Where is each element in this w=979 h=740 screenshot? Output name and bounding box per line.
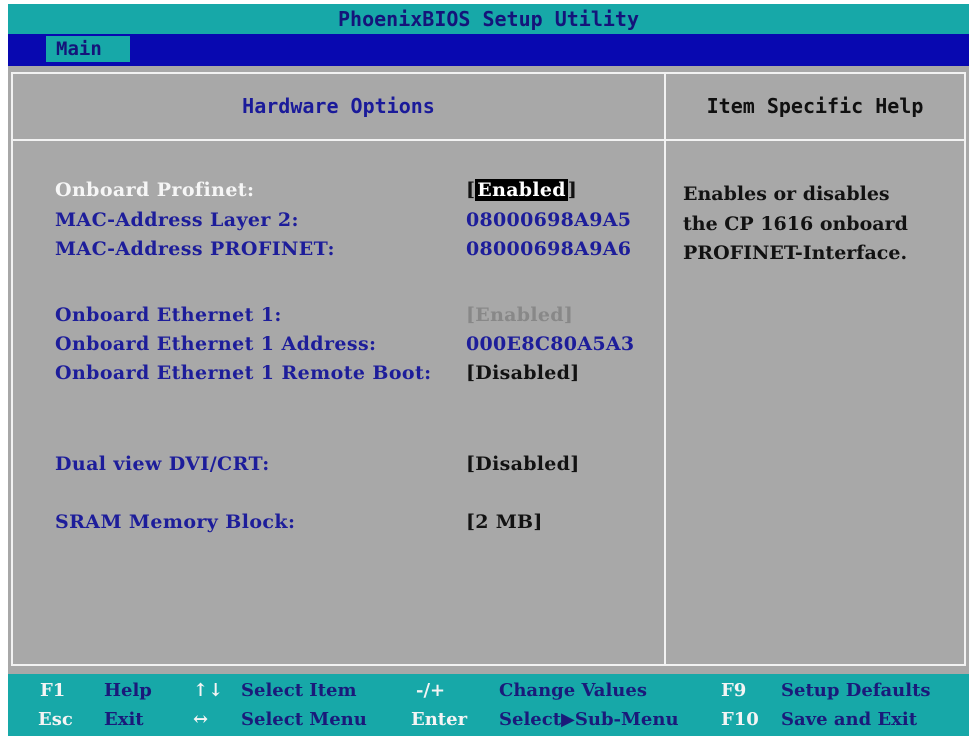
setting-label: Dual view DVI/CRT: [55,453,270,475]
setting-dual-view[interactable]: Dual view DVI/CRT: [Disabled] [8,451,664,477]
setting-value: 08000698A9A6 [466,238,632,260]
key-esc-desc: Exit [104,709,144,730]
key-minus-plus[interactable]: -/+ [416,678,445,704]
help-title: Item Specific Help [706,94,924,118]
setting-label: SRAM Memory Block: [55,511,296,533]
key-up-down-desc: Select Item [241,680,357,701]
bios-screen: PhoenixBIOS Setup Utility Main Hardware … [8,4,969,736]
setting-ethernet-1-address: Onboard Ethernet 1 Address: 000E8C80A5A3 [8,331,664,357]
setting-value[interactable]: [Enabled] [466,177,577,203]
setting-value: 000E8C80A5A3 [466,333,635,355]
setting-label: Onboard Ethernet 1: [55,304,282,326]
selected-value: Enabled [475,179,568,201]
key-enter-desc: Select▶Sub-Menu [499,709,679,730]
setting-value[interactable]: [Disabled] [466,360,580,386]
setting-sram-memory[interactable]: SRAM Memory Block: [2 MB] [8,509,664,535]
setting-onboard-ethernet-1[interactable]: Onboard Ethernet 1: [Enabled] [8,302,664,328]
key-legend-bar: F1 Help ↑↓ Select Item -/+ Change Values… [8,674,969,736]
setting-label: Onboard Profinet: [55,179,255,201]
setting-mac-layer2: MAC-Address Layer 2: 08000698A9A5 [8,207,664,233]
app-title: PhoenixBIOS Setup Utility [337,7,640,31]
key-left-right-desc: Select Menu [241,709,367,730]
key-f10[interactable]: F10 [721,707,759,733]
setting-label: MAC-Address PROFINET: [55,238,335,260]
panel-title: Hardware Options [242,94,435,118]
setting-value: 08000698A9A5 [466,209,632,231]
setting-onboard-profinet[interactable]: Onboard Profinet: [Enabled] [8,177,664,203]
key-esc[interactable]: Esc [38,707,73,733]
setting-mac-profinet: MAC-Address PROFINET: 08000698A9A6 [8,236,664,262]
key-enter[interactable]: Enter [411,707,467,733]
setting-label: Onboard Ethernet 1 Remote Boot: [55,362,432,384]
key-f1[interactable]: F1 [40,678,65,704]
vertical-divider [664,72,666,666]
key-up-down[interactable]: ↑↓ [193,678,223,704]
key-left-right[interactable]: ↔ [193,707,208,733]
key-f10-desc: Save and Exit [781,709,918,730]
menu-bar: Main [8,34,969,66]
setting-value[interactable]: [Enabled] [466,302,573,328]
key-minus-plus-desc: Change Values [499,680,647,701]
setting-value[interactable]: [Disabled] [466,451,580,477]
help-text-line: the CP 1616 onboard [683,213,908,235]
title-bar: PhoenixBIOS Setup Utility [8,4,969,34]
tab-main[interactable]: Main [46,36,130,62]
help-text-line: Enables or disables [683,183,890,205]
key-f9[interactable]: F9 [721,678,746,704]
horizontal-divider [11,139,966,141]
setting-value[interactable]: [2 MB] [466,509,543,535]
setting-label: MAC-Address Layer 2: [55,209,299,231]
help-text-line: PROFINET-Interface. [683,242,908,264]
setting-label: Onboard Ethernet 1 Address: [55,333,377,355]
setting-ethernet-1-remote-boot[interactable]: Onboard Ethernet 1 Remote Boot: [Disable… [8,360,664,386]
key-f9-desc: Setup Defaults [781,680,931,701]
key-f1-desc: Help [104,680,152,701]
